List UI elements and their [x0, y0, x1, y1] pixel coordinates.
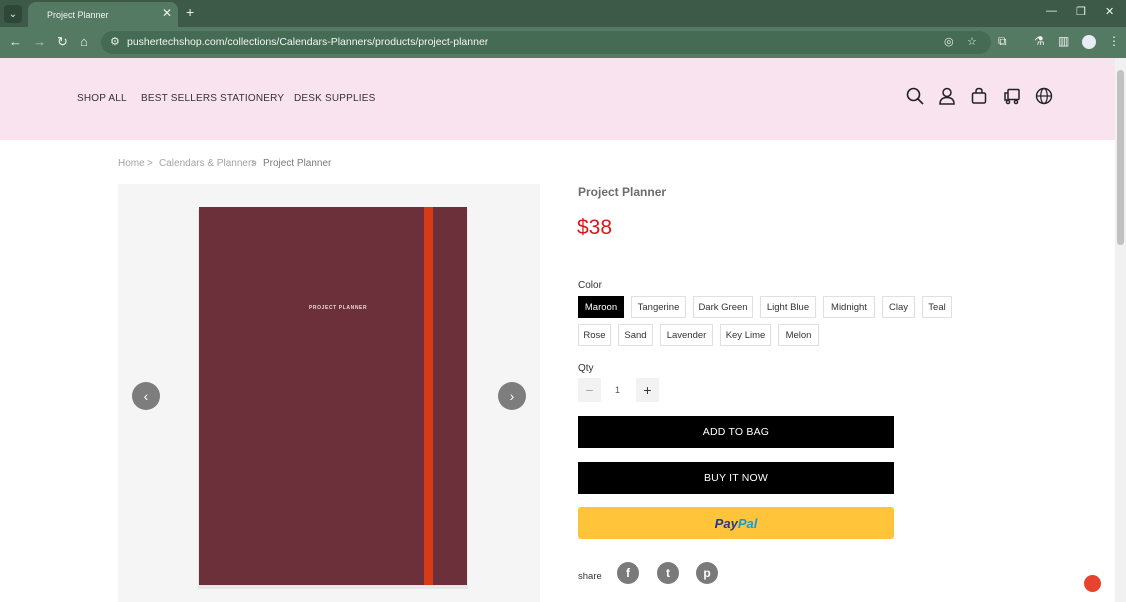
color-option-teal[interactable]: Teal: [922, 296, 952, 318]
url-text[interactable]: pushertechshop.com/collections/Calendars…: [127, 36, 488, 48]
color-option-sand[interactable]: Sand: [618, 324, 653, 346]
labs-icon[interactable]: ⚗: [1034, 34, 1045, 48]
bookmark-star-icon[interactable]: ☆: [967, 35, 977, 48]
color-option-melon[interactable]: Melon: [778, 324, 819, 346]
tab-search-icon[interactable]: ⌄: [4, 5, 22, 23]
close-window-icon[interactable]: ✕: [1105, 5, 1114, 18]
nav-shop-all[interactable]: SHOP ALL: [77, 93, 127, 104]
page-scrollbar-thumb[interactable]: [1117, 70, 1124, 245]
reload-icon[interactable]: ↻: [57, 34, 68, 50]
menu-icon[interactable]: ⋮: [1108, 34, 1120, 48]
back-icon[interactable]: ←: [9, 34, 22, 49]
color-option-light-blue[interactable]: Light Blue: [760, 296, 816, 318]
forward-icon[interactable]: →: [33, 34, 46, 49]
browser-tabbar: ⌄ Project Planner ✕ + — ❐ ✕: [0, 0, 1126, 27]
home-icon[interactable]: ⌂: [80, 34, 88, 49]
qty-label: Qty: [578, 363, 594, 374]
extensions-icon[interactable]: ⧉: [998, 34, 1007, 49]
breadcrumb-current: Project Planner: [263, 158, 332, 169]
facebook-icon[interactable]: f: [617, 562, 639, 584]
twitter-icon[interactable]: t: [657, 562, 679, 584]
breadcrumb-home[interactable]: Home: [118, 158, 145, 169]
breadcrumb-separator: >: [147, 158, 153, 169]
add-to-bag-button[interactable]: ADD TO BAG: [578, 416, 894, 448]
side-panel-icon[interactable]: ▥: [1058, 34, 1069, 48]
eye-off-icon[interactable]: ◎: [944, 35, 954, 48]
planner-elastic-band: [424, 207, 433, 585]
gallery-prev-button[interactable]: ‹: [132, 382, 160, 410]
tab-title: Project Planner: [47, 9, 109, 20]
planner-cover-text: PROJECT PLANNER: [309, 305, 368, 311]
site-header: SHOP ALL BEST SELLERS STATIONERY DESK SU…: [0, 58, 1115, 140]
gallery-next-button[interactable]: ›: [498, 382, 526, 410]
color-option-rose[interactable]: Rose: [578, 324, 611, 346]
chat-widget-icon[interactable]: [1084, 575, 1101, 592]
qty-increase-button[interactable]: +: [636, 378, 659, 402]
qty-input[interactable]: 1: [615, 385, 620, 395]
color-option-tangerine[interactable]: Tangerine: [631, 296, 686, 318]
color-option-midnight[interactable]: Midnight: [823, 296, 875, 318]
buy-it-now-button[interactable]: BUY IT NOW: [578, 462, 894, 494]
product-image[interactable]: PROJECT PLANNER: [199, 207, 467, 585]
nav-desk-supplies[interactable]: DESK SUPPLIES: [294, 93, 376, 104]
color-label: Color: [578, 280, 602, 291]
color-option-lavender[interactable]: Lavender: [660, 324, 713, 346]
breadcrumb-separator: >: [251, 158, 257, 169]
color-option-dark-green[interactable]: Dark Green: [693, 296, 753, 318]
address-bar[interactable]: ⚙ pushertechshop.com/collections/Calenda…: [101, 31, 991, 54]
nav-stationery[interactable]: STATIONERY: [220, 93, 284, 104]
color-option-clay[interactable]: Clay: [882, 296, 915, 318]
color-option-key-lime[interactable]: Key Lime: [720, 324, 771, 346]
globe-icon[interactable]: [1034, 86, 1054, 106]
qty-decrease-button[interactable]: −: [578, 378, 601, 402]
paypal-logo-pal: Pal: [737, 515, 758, 531]
share-label: share: [578, 571, 602, 582]
color-option-maroon[interactable]: Maroon: [578, 296, 624, 318]
search-icon[interactable]: [905, 86, 925, 106]
pinterest-icon[interactable]: p: [696, 562, 718, 584]
paypal-logo-pay: Pay: [714, 515, 738, 531]
shipping-icon[interactable]: [1002, 86, 1022, 106]
profile-avatar[interactable]: [1082, 35, 1096, 49]
nav-best-sellers[interactable]: BEST SELLERS: [141, 93, 217, 104]
product-price: $38: [577, 216, 613, 239]
account-icon[interactable]: [937, 86, 957, 106]
new-tab-icon[interactable]: +: [186, 4, 194, 20]
paypal-button[interactable]: Pay Pal: [578, 507, 894, 539]
product-gallery: PROJECT PLANNER ‹ ›: [118, 184, 540, 602]
restore-icon[interactable]: ❐: [1076, 5, 1086, 18]
breadcrumb-category[interactable]: Calendars & Planners: [159, 158, 256, 169]
site-info-icon[interactable]: ⚙: [110, 35, 120, 48]
tab-close-icon[interactable]: ✕: [162, 6, 172, 20]
product-title: Project Planner: [578, 185, 667, 199]
browser-tab[interactable]: Project Planner ✕: [28, 2, 178, 27]
minimize-icon[interactable]: —: [1046, 5, 1057, 17]
bag-icon[interactable]: [969, 86, 989, 106]
browser-toolbar: ← → ↻ ⌂ ⚙ pushertechshop.com/collections…: [0, 27, 1126, 58]
